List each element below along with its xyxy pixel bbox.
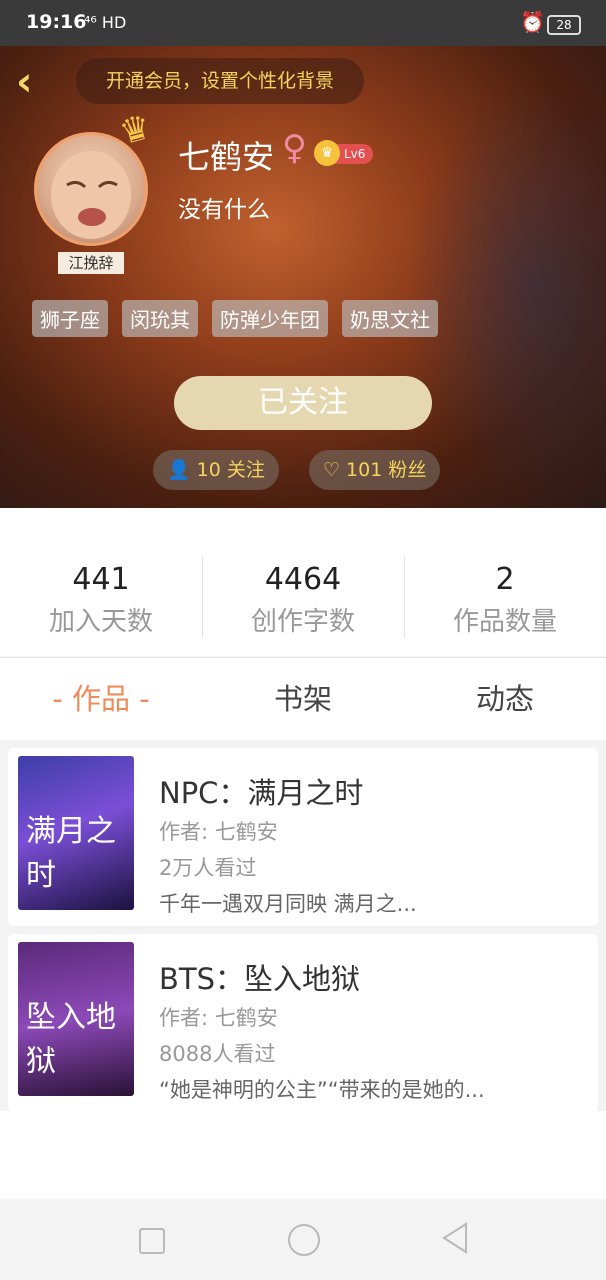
status-bar: 19:16 ⁴⁶ HD ⏰ 28 xyxy=(0,0,606,46)
cover-title: 坠入地狱 xyxy=(26,1000,116,1079)
stat-works: 2 作品数量 xyxy=(404,508,606,656)
list-footer xyxy=(0,1111,606,1199)
fans-count: 101 粉丝 xyxy=(346,459,427,481)
tag[interactable]: 闵玧其 xyxy=(122,300,198,337)
stat-words: 4464 创作字数 xyxy=(202,508,404,656)
bio: 没有什么 xyxy=(178,197,270,223)
list-item[interactable]: 满月之时 NPC：满月之时 作者: 七鹤安 2万人看过 千年一遇双月同映 满月之… xyxy=(8,748,598,926)
signal-indicator: ⁴⁶ HD xyxy=(84,13,127,32)
work-desc: 千年一遇双月同映 满月之... xyxy=(159,892,417,916)
tab-works[interactable]: - 作品 - xyxy=(0,658,202,740)
works-list: 满月之时 NPC：满月之时 作者: 七鹤安 2万人看过 千年一遇双月同映 满月之… xyxy=(0,739,606,1112)
following-count: 10 关注 xyxy=(196,459,265,481)
user-add-icon: 👤 xyxy=(167,459,191,481)
work-title: NPC：满月之时 xyxy=(159,776,364,810)
back-nav-icon[interactable] xyxy=(440,1221,470,1255)
stat-value: 2 xyxy=(495,562,515,597)
vip-banner[interactable]: 开通会员，设置个性化背景 xyxy=(76,58,364,104)
work-title: BTS：坠入地狱 xyxy=(159,962,361,996)
work-views: 8088人看过 xyxy=(159,1042,276,1066)
alarm-icon: ⏰ xyxy=(520,10,545,34)
work-author: 作者: 七鹤安 xyxy=(159,1006,278,1030)
stat-value: 441 xyxy=(72,562,130,597)
stat-value: 4464 xyxy=(264,562,342,597)
following-button[interactable]: 👤 10 关注 xyxy=(153,450,279,490)
level-crown-icon: ♛ xyxy=(314,140,340,166)
home-icon[interactable] xyxy=(288,1224,320,1256)
tag-list: 狮子座 闵玧其 防弹少年团 奶思文社 xyxy=(32,300,438,337)
list-item[interactable]: 坠入地狱 BTS：坠入地狱 作者: 七鹤安 8088人看过 “她是神明的公主”“… xyxy=(8,934,598,1112)
stat-days: 441 加入天数 xyxy=(0,508,202,656)
stats-row: 441 加入天数 4464 创作字数 2 作品数量 xyxy=(0,508,606,656)
battery-indicator: 28 xyxy=(547,15,581,35)
stat-label: 作品数量 xyxy=(452,607,557,637)
stat-label: 创作字数 xyxy=(250,607,355,637)
fans-button[interactable]: ♡ 101 粉丝 xyxy=(309,450,441,490)
tab-bar: - 作品 - 书架 动态 xyxy=(0,657,606,740)
book-cover: 坠入地狱 xyxy=(18,942,134,1096)
stat-label: 加入天数 xyxy=(48,607,153,637)
recent-apps-icon[interactable] xyxy=(139,1228,165,1254)
back-icon[interactable]: ‹ xyxy=(16,62,32,102)
female-icon: ♀ xyxy=(282,128,307,168)
work-desc: “她是神明的公主”“带来的是她的... xyxy=(159,1078,485,1102)
work-author: 作者: 七鹤安 xyxy=(159,820,278,844)
tag[interactable]: 奶思文社 xyxy=(342,300,438,337)
book-cover: 满月之时 xyxy=(18,756,134,910)
cover-title: 满月之时 xyxy=(26,814,116,893)
avatar-tag: 江挽辞 xyxy=(58,252,124,274)
tag[interactable]: 狮子座 xyxy=(32,300,108,337)
heart-icon: ♡ xyxy=(323,459,341,481)
username: 七鹤安 xyxy=(178,138,275,176)
tab-activity[interactable]: 动态 xyxy=(404,658,606,740)
tag[interactable]: 防弹少年团 xyxy=(212,300,328,337)
work-views: 2万人看过 xyxy=(159,856,257,880)
follow-button[interactable]: 已关注 xyxy=(174,376,432,430)
tab-bookshelf[interactable]: 书架 xyxy=(202,658,404,740)
status-time: 19:16 xyxy=(26,11,87,33)
system-nav-bar xyxy=(0,1199,606,1280)
